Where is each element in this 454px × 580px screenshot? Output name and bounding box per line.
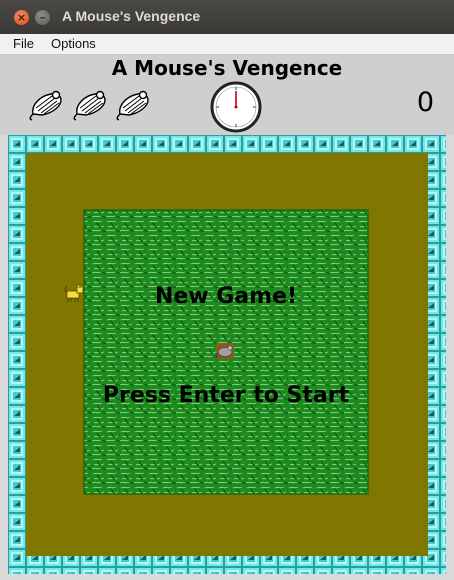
stopwatch-icon xyxy=(210,81,262,133)
title-bar[interactable]: × – A Mouse's Vengence xyxy=(0,0,454,34)
menu-options[interactable]: Options xyxy=(51,36,96,51)
minimize-icon[interactable]: – xyxy=(35,10,50,25)
game-window: × – A Mouse's Vengence File Options A Mo… xyxy=(0,0,454,580)
menu-bar: File Options xyxy=(0,34,454,55)
mouse-icon xyxy=(116,90,149,121)
message-prompt: Press Enter to Start xyxy=(103,383,350,408)
game-title: A Mouse's Vengence xyxy=(111,56,343,80)
message-title: New Game! xyxy=(155,284,297,309)
game-board[interactable]: New Game! Press Enter to Start xyxy=(8,135,446,574)
menu-file[interactable]: File xyxy=(13,36,34,51)
hud-panel: A Mouse's Vengence 0 xyxy=(0,55,454,135)
window-title: A Mouse's Vengence xyxy=(62,8,201,24)
close-icon[interactable]: × xyxy=(14,10,29,25)
mouse-icon xyxy=(216,343,234,359)
mouse-icon xyxy=(73,90,106,121)
mouse-icon xyxy=(29,90,62,121)
score-counter: 0 xyxy=(416,87,434,118)
